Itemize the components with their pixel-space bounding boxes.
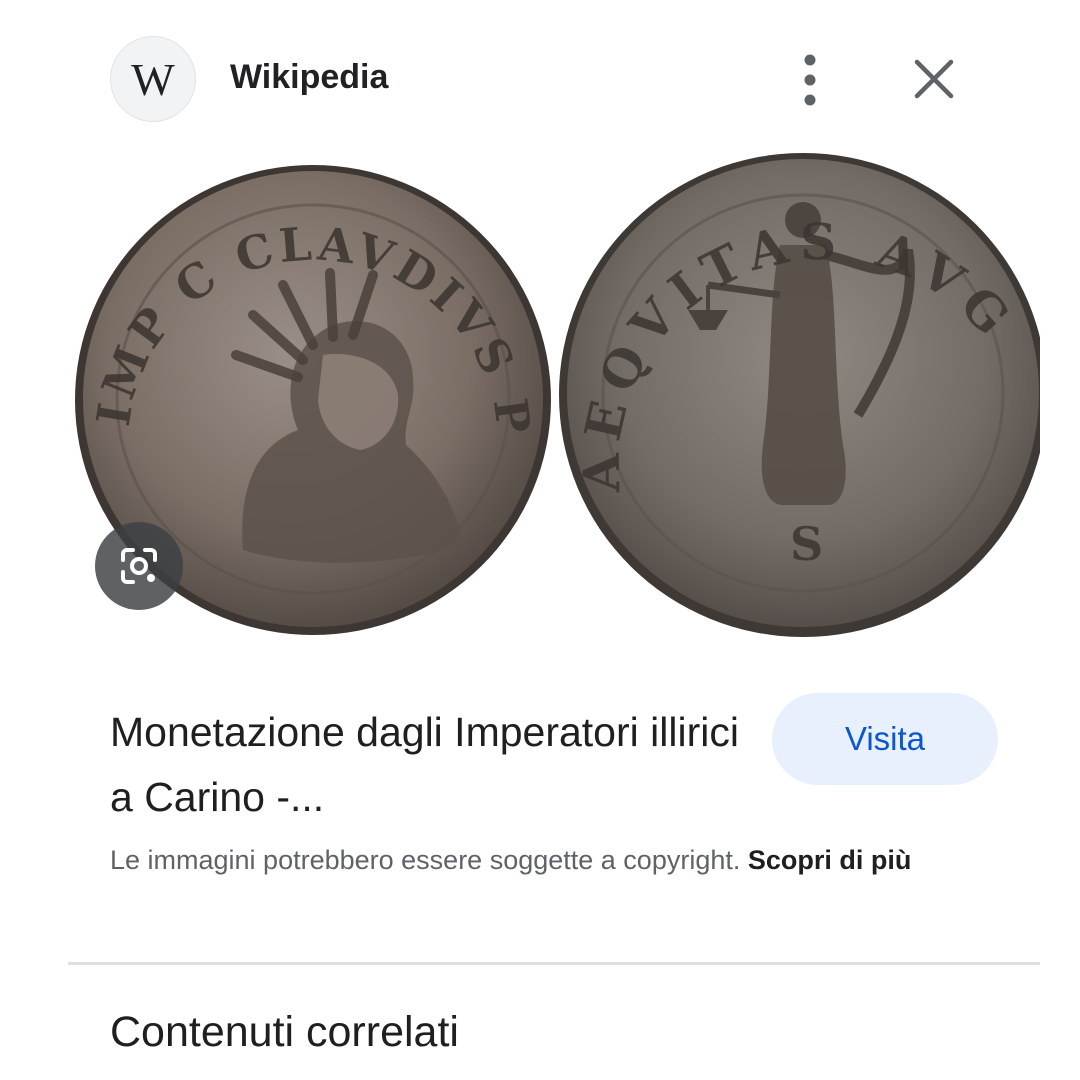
more-options-button[interactable] [782, 50, 838, 110]
wikipedia-logo-letter: W [131, 53, 174, 105]
coin-reverse: AEQVITAS AVG S [559, 153, 1040, 637]
lens-search-button[interactable] [95, 522, 183, 610]
google-lens-icon [121, 548, 157, 584]
source-name[interactable]: Wikipedia [230, 58, 388, 97]
visit-button[interactable]: Visita [772, 693, 998, 785]
wikipedia-logo[interactable]: W [110, 36, 196, 122]
result-title[interactable]: Monetazione dagli Imperatori illirici a … [110, 700, 750, 830]
image-viewer-panel: W Wikipedia IMP C CLAVDIVS P AEQVITAS AV… [0, 0, 1080, 1080]
coin-image: IMP C CLAVDIVS P F AVG AEQVITAS AVG [68, 145, 1040, 637]
close-button[interactable] [902, 48, 966, 112]
more-vert-icon [804, 54, 816, 106]
close-icon [914, 59, 954, 99]
mint-mark: S [790, 517, 823, 571]
copyright-notice: Le immagini potrebbero essere soggette a… [110, 840, 1000, 880]
learn-more-link[interactable]: Scopri di più [748, 845, 912, 875]
related-content-heading: Contenuti correlati [110, 1008, 459, 1056]
copyright-text: Le immagini potrebbero essere soggette a… [110, 845, 748, 875]
result-image[interactable]: IMP C CLAVDIVS P F AVG AEQVITAS AVG [68, 145, 1040, 653]
divider [68, 962, 1040, 965]
